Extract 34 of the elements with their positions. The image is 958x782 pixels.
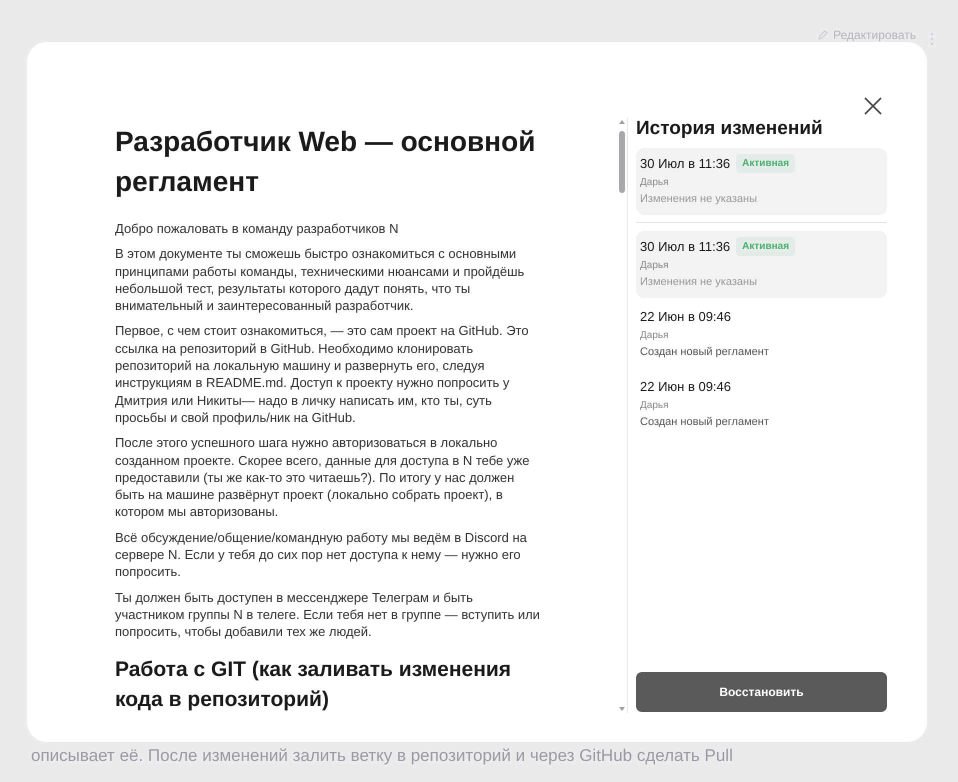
history-item[interactable]: 22 Июн в 09:46 Дарья Создан новый регламент [636,301,887,368]
version-date: 22 Июн в 09:46 [640,378,732,394]
change-note: Изменения не указаны [640,275,758,290]
restore-button[interactable]: Восстановить [636,672,887,712]
background-paragraph: описывает её. После изменений залить ветку в репозиторий и через GitHub сделать Pull [31,746,733,766]
paragraph: Всё обсуждение/общение/командную работу мы ведём в Discord на сервере N. Если у тебя до сих пор нет доступа к нему — нужно его попросить. [115,528,528,581]
paragraph: Добро пожаловать в команду разработчиков N [115,220,400,238]
close-icon[interactable] [864,97,882,115]
paragraph: Ты должен быть доступен в мессенджере Телеграм и быть участником группы N в телеге. Если тебя нет в группе — вступить или попросить, чтобы добавили тех же людей. [115,588,541,641]
change-note: Создан новый регламент [640,345,770,360]
section-heading: Работа с GIT (как заливать изменения кода в репозиторий) [115,656,512,713]
history-item[interactable]: 30 Июл в 11:36 Активная Дарья Изменения не указаны [636,148,887,215]
author-name: Дарья [640,259,670,273]
change-note: Изменения не указаны [640,192,758,207]
status-badge: Активная [736,236,796,256]
pencil-icon [817,29,830,41]
version-date: 30 Июл в 11:36 [640,238,730,254]
document-title: Разработчик Web — основной регламент [115,125,536,199]
author-name: Дарья [640,329,670,343]
version-date: 30 Июл в 11:36 [640,156,730,170]
author-name: Дарья [640,399,670,413]
version-date: 22 Июн в 09:46 [640,308,732,324]
history-item[interactable]: 22 Июн в 09:46 Дарья Создан новый регламент [636,371,887,438]
history-item[interactable]: 30 Июл в 11:36 Активная Дарья Изменения не указаны [636,231,887,298]
paragraph: После этого успешного шага нужно авторизоваться в локально созданном проекте. Скорее всего, данные для доступа в N тебе уже предоставили (ты же как-то это читаешь?). По итогу у нас должен быть на машине развёрнут проект (локально собрать проект), в котором мы авторизованы. [115,434,530,521]
author-name: Дарья [640,176,670,190]
history-title: История изменений [636,118,824,140]
paragraph: В этом документе ты сможешь быстро ознакомиться с основными принципами работы команды, техническими нюансами и пройдёшь небольшой тест, результаты которого дадут понять, что ты внимательный и заинтересованный разработчик. [115,245,526,314]
change-note: Создан новый регламент [640,415,770,430]
status-badge: Активная [736,154,796,172]
scroll-down-icon[interactable] [618,706,626,712]
scrollbar[interactable] [617,118,628,713]
paragraph: Первое, с чем стоит ознакомиться, — это сам проект на GitHub. Это ссылка на репозиторий в GitHub. Необходимо клонировать репозиторий на локальную машину и развернуть его, следуя инструкциям в README.md. Доступ к проекту нужно попросить у Дмитрия или Никиты— надо в личку написать им, кто ты, суть просьбы и свой профиль/ник на GitHub. [115,322,530,426]
scroll-up-icon[interactable] [618,119,626,125]
